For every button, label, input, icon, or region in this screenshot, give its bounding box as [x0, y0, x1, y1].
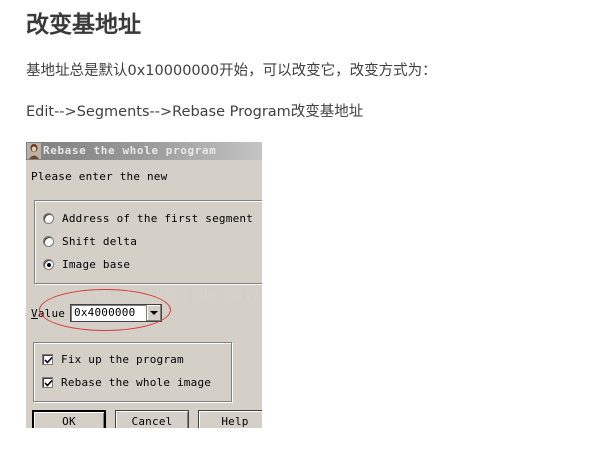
cancel-button[interactable]: Cancel [115, 410, 189, 428]
radio-label: Shift delta [62, 235, 138, 248]
help-button[interactable]: Help [198, 410, 262, 428]
value-label-accelerator: V [31, 307, 38, 320]
article-paragraph: 基地址总是默认0x10000000开始，可以改变它，改变方式为： [26, 63, 437, 79]
checkmark-icon [44, 379, 53, 387]
ida-app-icon [27, 143, 41, 159]
checkmark-icon [44, 356, 53, 364]
red-highlight-ellipse [39, 289, 171, 331]
radio-label: Image base [62, 258, 131, 271]
menu-path-paragraph: Edit-->Segments-->Rebase Program改变基地址 [26, 104, 364, 120]
options-group [33, 342, 232, 402]
dialog-titlebar: Rebase the whole program [26, 142, 262, 160]
radio-button[interactable] [43, 236, 54, 247]
checkbox-label: Rebase the whole image [61, 376, 212, 389]
radio-label: Address of the first segment [62, 212, 254, 225]
dialog-prompt: Please enter the new [31, 170, 168, 183]
article-title: 改变基地址 [26, 12, 141, 38]
ok-button[interactable]: OK [32, 410, 106, 428]
dialog-title: Rebase the whole program [43, 144, 217, 157]
checkbox[interactable] [42, 354, 53, 365]
radio-button-selected[interactable] [43, 259, 54, 270]
radio-button[interactable] [43, 213, 54, 224]
rebase-dialog-screenshot: Rebase the whole program Please enter th… [26, 142, 262, 428]
checkbox[interactable] [42, 377, 53, 388]
checkbox-label: Fix up the program [61, 353, 184, 366]
